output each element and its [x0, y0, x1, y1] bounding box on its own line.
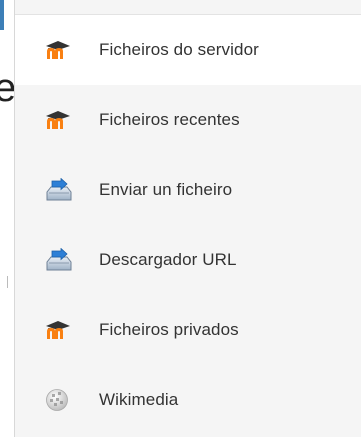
repository-list-panel: Ficheiros do servidor Ficheiros recentes: [14, 0, 361, 437]
moodle-icon: [45, 34, 77, 66]
repository-item-label: Enviar un ficheiro: [99, 180, 233, 199]
repository-item-private-files[interactable]: Ficheiros privados: [15, 295, 361, 365]
repository-item-upload-file[interactable]: Enviar un ficheiro: [15, 155, 361, 225]
download-icon: [45, 244, 77, 276]
wikimedia-globe-icon: [45, 384, 77, 416]
moodle-icon: [45, 104, 77, 136]
accent-bar: [0, 0, 4, 30]
repository-item-url-downloader[interactable]: Descargador URL: [15, 225, 361, 295]
divider: [7, 276, 8, 288]
repository-item-recent-files[interactable]: Ficheiros recentes: [15, 85, 361, 155]
repository-item-label: Ficheiros privados: [99, 320, 239, 339]
background-page-edge: e: [0, 0, 16, 437]
panel-top-border: [15, 0, 361, 15]
repository-item-wikimedia[interactable]: Wikimedia: [15, 365, 361, 435]
repository-item-label: Wikimedia: [99, 390, 179, 409]
repository-item-label: Ficheiros recentes: [99, 110, 240, 129]
repository-item-label: Ficheiros do servidor: [99, 40, 259, 59]
upload-icon: [45, 174, 77, 206]
repository-item-server-files[interactable]: Ficheiros do servidor: [15, 15, 361, 85]
moodle-icon: [45, 314, 77, 346]
repository-item-label: Descargador URL: [99, 250, 237, 269]
